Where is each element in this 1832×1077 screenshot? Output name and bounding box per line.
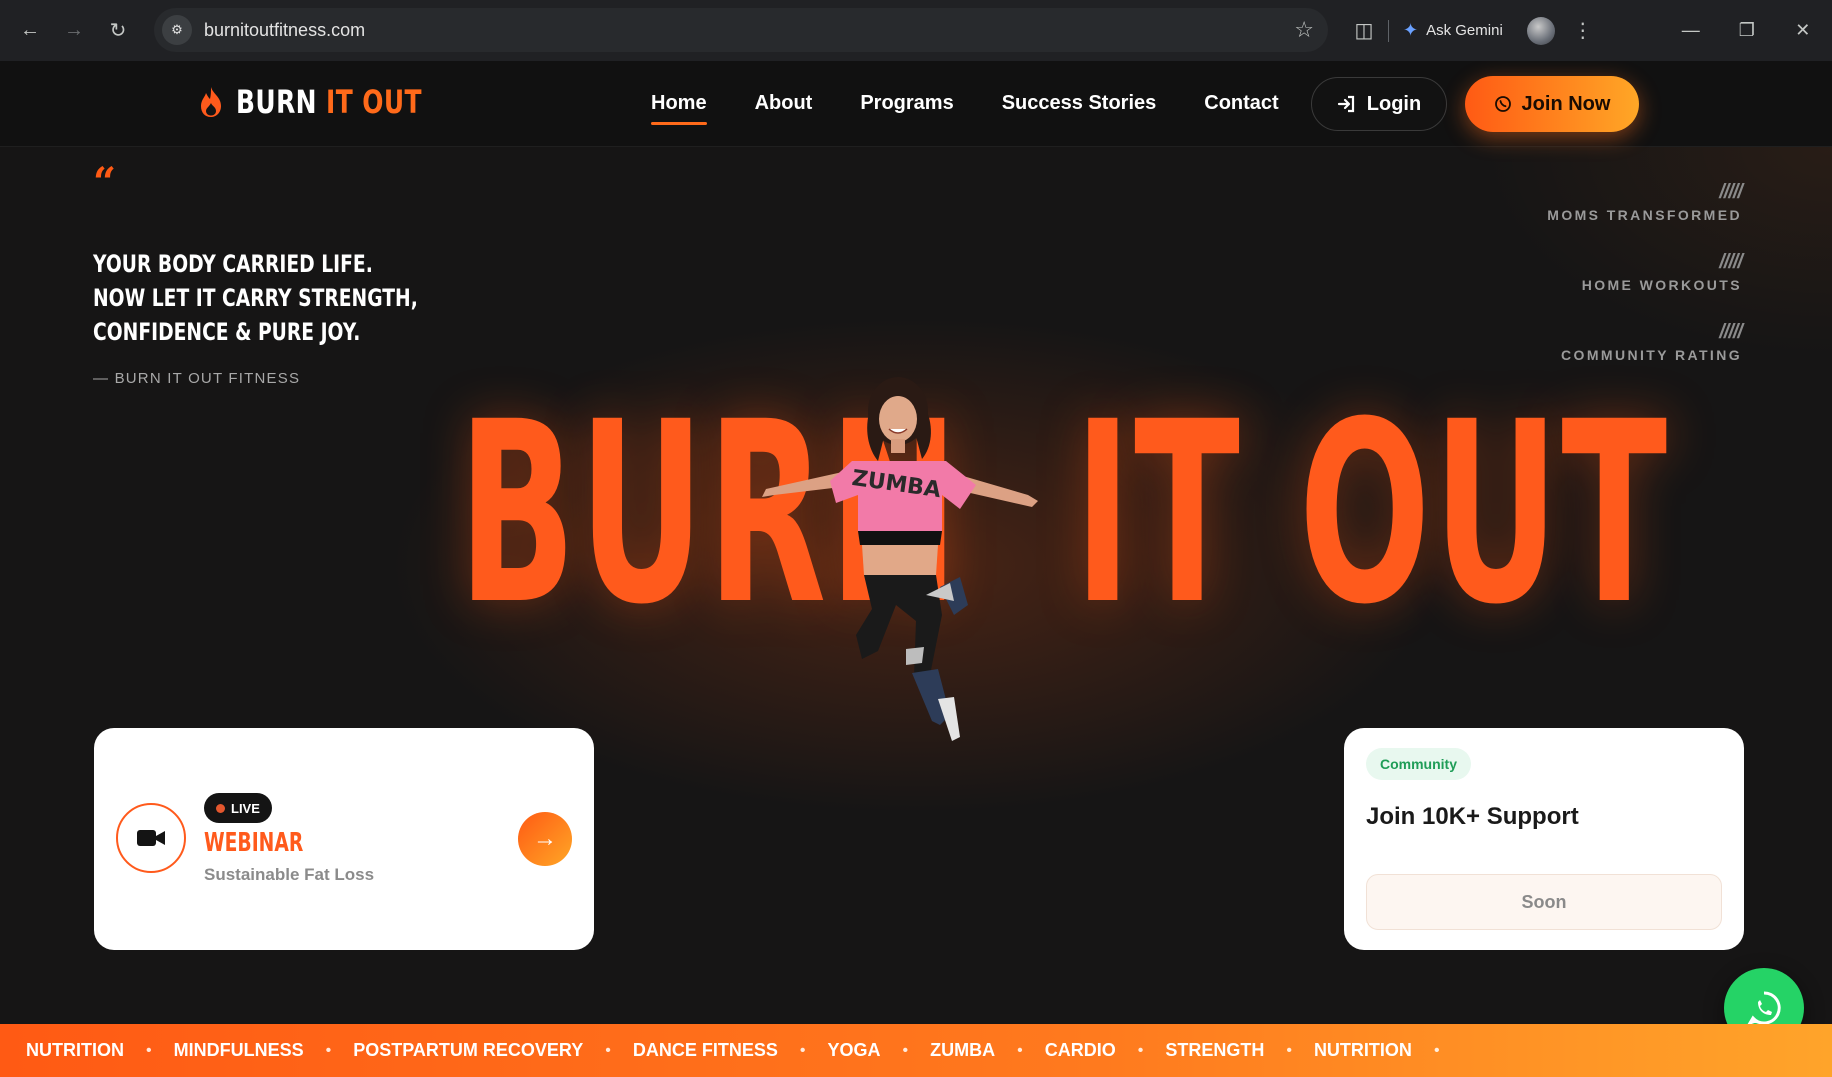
community-badge: Community xyxy=(1366,748,1471,780)
extensions-icon[interactable]: ◫ xyxy=(1344,18,1384,43)
ticker-item: DANCE FITNESS xyxy=(632,1040,778,1060)
webinar-subtitle: Sustainable Fat Loss xyxy=(204,865,375,884)
ticker-separator: • xyxy=(799,1041,806,1059)
ticker-item: STRENGTH xyxy=(1165,1040,1265,1060)
browser-toolbar: ← → ↻ ⚙ burnitoutfitness.com ☆ ◫ ✦ Ask G… xyxy=(0,0,1832,61)
minimize-icon[interactable]: — xyxy=(1663,20,1719,41)
nav-programs[interactable]: Programs xyxy=(860,92,953,115)
hero-quote: YOUR BODY CARRIED LIFE. NOW LET IT CARRY… xyxy=(93,247,418,349)
restore-icon[interactable]: ❐ xyxy=(1719,20,1775,41)
community-title: Join 10K+ Support xyxy=(1366,803,1579,830)
ticker-separator: • xyxy=(1137,1041,1144,1059)
profile-avatar[interactable] xyxy=(1526,16,1555,45)
quote-mark-icon: “ xyxy=(93,159,117,206)
webinar-arrow-button[interactable]: → xyxy=(518,812,572,866)
site-info-icon[interactable]: ⚙ xyxy=(162,15,192,45)
brand-name-part1: BURN xyxy=(236,83,317,121)
nav-home[interactable]: Home xyxy=(651,92,707,125)
topics-ticker: NUTRITION • MINDFULNESS • POSTPARTUM RECOV… xyxy=(0,1024,1832,1077)
browser-menu-icon[interactable]: ⋮ xyxy=(1573,18,1593,43)
quote-line: YOUR BODY CARRIED LIFE. xyxy=(93,250,373,278)
quote-line: NOW LET IT CARRY STRENGTH, xyxy=(93,284,418,312)
ticker-separator: • xyxy=(1433,1041,1440,1059)
forward-icon[interactable]: → xyxy=(56,12,92,48)
join-now-button[interactable]: Join Now xyxy=(1465,76,1639,132)
ticker-separator: • xyxy=(1286,1041,1292,1059)
ticker-separator: • xyxy=(1017,1041,1023,1059)
close-icon[interactable]: ✕ xyxy=(1775,20,1831,41)
ticker-separator: • xyxy=(146,1041,152,1059)
nav-about[interactable]: About xyxy=(755,92,813,115)
ask-gemini-label: Ask Gemini xyxy=(1426,22,1503,39)
brand-name: BURN IT OUT xyxy=(236,83,422,121)
soon-button[interactable]: Soon xyxy=(1366,874,1722,930)
webinar-title: WEBINAR xyxy=(204,828,304,858)
site-header: BURN IT OUT Home About Programs Success … xyxy=(0,61,1832,147)
stat-label: HOME WORKOUTS xyxy=(1581,277,1742,293)
live-dot-icon xyxy=(216,803,225,813)
stat-value: ///// xyxy=(1719,321,1743,343)
stat-label: MOMS TRANSFORMED xyxy=(1547,207,1742,223)
ticker-separator: • xyxy=(902,1041,909,1059)
hero-stats: ///// MOMS TRANSFORMED ///// HOME WORKOU… xyxy=(1547,181,1743,393)
bookmark-star-icon[interactable]: ☆ xyxy=(1294,17,1314,43)
reload-icon[interactable]: ↻ xyxy=(100,12,136,48)
ask-gemini-button[interactable]: ✦ Ask Gemini xyxy=(1403,20,1503,41)
ticker-item: POSTPARTUM RECOVERY xyxy=(353,1040,584,1060)
main-nav: Home About Programs Success Stories Cont… xyxy=(651,92,1279,125)
live-badge: LIVE xyxy=(204,793,272,823)
arrow-right-icon: → xyxy=(533,825,557,852)
headline-word-it-out: IT OUT xyxy=(1074,368,1670,659)
ticker-item: YOGA xyxy=(827,1040,881,1060)
ticker-item: MINDFULNESS xyxy=(173,1040,304,1060)
webinar-card[interactable]: LIVE WEBINAR Sustainable Fat Loss → xyxy=(94,728,594,950)
address-bar[interactable]: ⚙ burnitoutfitness.com ☆ xyxy=(154,8,1328,52)
url-text[interactable]: burnitoutfitness.com xyxy=(204,20,365,41)
flame-icon xyxy=(201,87,221,117)
stat-value: ///// xyxy=(1719,251,1743,273)
ticker-separator: • xyxy=(605,1041,611,1059)
hero-dancer-image: ZUMBA xyxy=(762,377,1038,741)
site-logo[interactable]: BURN IT OUT xyxy=(196,83,474,121)
stat-home-workouts: ///// HOME WORKOUTS xyxy=(1547,251,1743,293)
community-card: Community Join 10K+ Support Soon xyxy=(1344,728,1744,950)
live-label: LIVE xyxy=(231,800,260,816)
brand-name-part2: IT OUT xyxy=(326,83,422,121)
webpage: BURN IT OUT Home About Programs Success … xyxy=(0,61,1832,1077)
quote-source: — BURN IT OUT FITNESS xyxy=(93,370,301,387)
stat-value: ///// xyxy=(1719,181,1743,203)
toolbar-divider xyxy=(1388,19,1389,42)
back-icon[interactable]: ← xyxy=(12,12,48,48)
ticker-item: NUTRITION xyxy=(1313,1040,1412,1060)
nav-success-stories[interactable]: Success Stories xyxy=(1002,92,1157,115)
login-label: Login xyxy=(1366,92,1422,115)
join-now-label: Join Now xyxy=(1521,92,1611,115)
whatsapp-icon xyxy=(1494,96,1511,112)
nav-contact[interactable]: Contact xyxy=(1204,92,1278,115)
ticker-item: ZUMBA xyxy=(930,1040,996,1060)
gemini-sparkle-icon: ✦ xyxy=(1403,20,1419,40)
ticker-item: NUTRITION xyxy=(26,1040,124,1060)
ticker-separator: • xyxy=(325,1041,332,1059)
whatsapp-icon xyxy=(1746,991,1781,1026)
login-button[interactable]: Login xyxy=(1311,77,1447,131)
video-camera-icon xyxy=(116,803,186,873)
quote-line: CONFIDENCE & PURE JOY. xyxy=(93,318,361,346)
stat-community-rating: ///// COMMUNITY RATING xyxy=(1547,321,1743,363)
stat-moms-transformed: ///// MOMS TRANSFORMED xyxy=(1547,181,1743,223)
stat-label: COMMUNITY RATING xyxy=(1561,347,1742,363)
login-icon xyxy=(1337,95,1354,113)
ticker-item: CARDIO xyxy=(1044,1040,1116,1060)
